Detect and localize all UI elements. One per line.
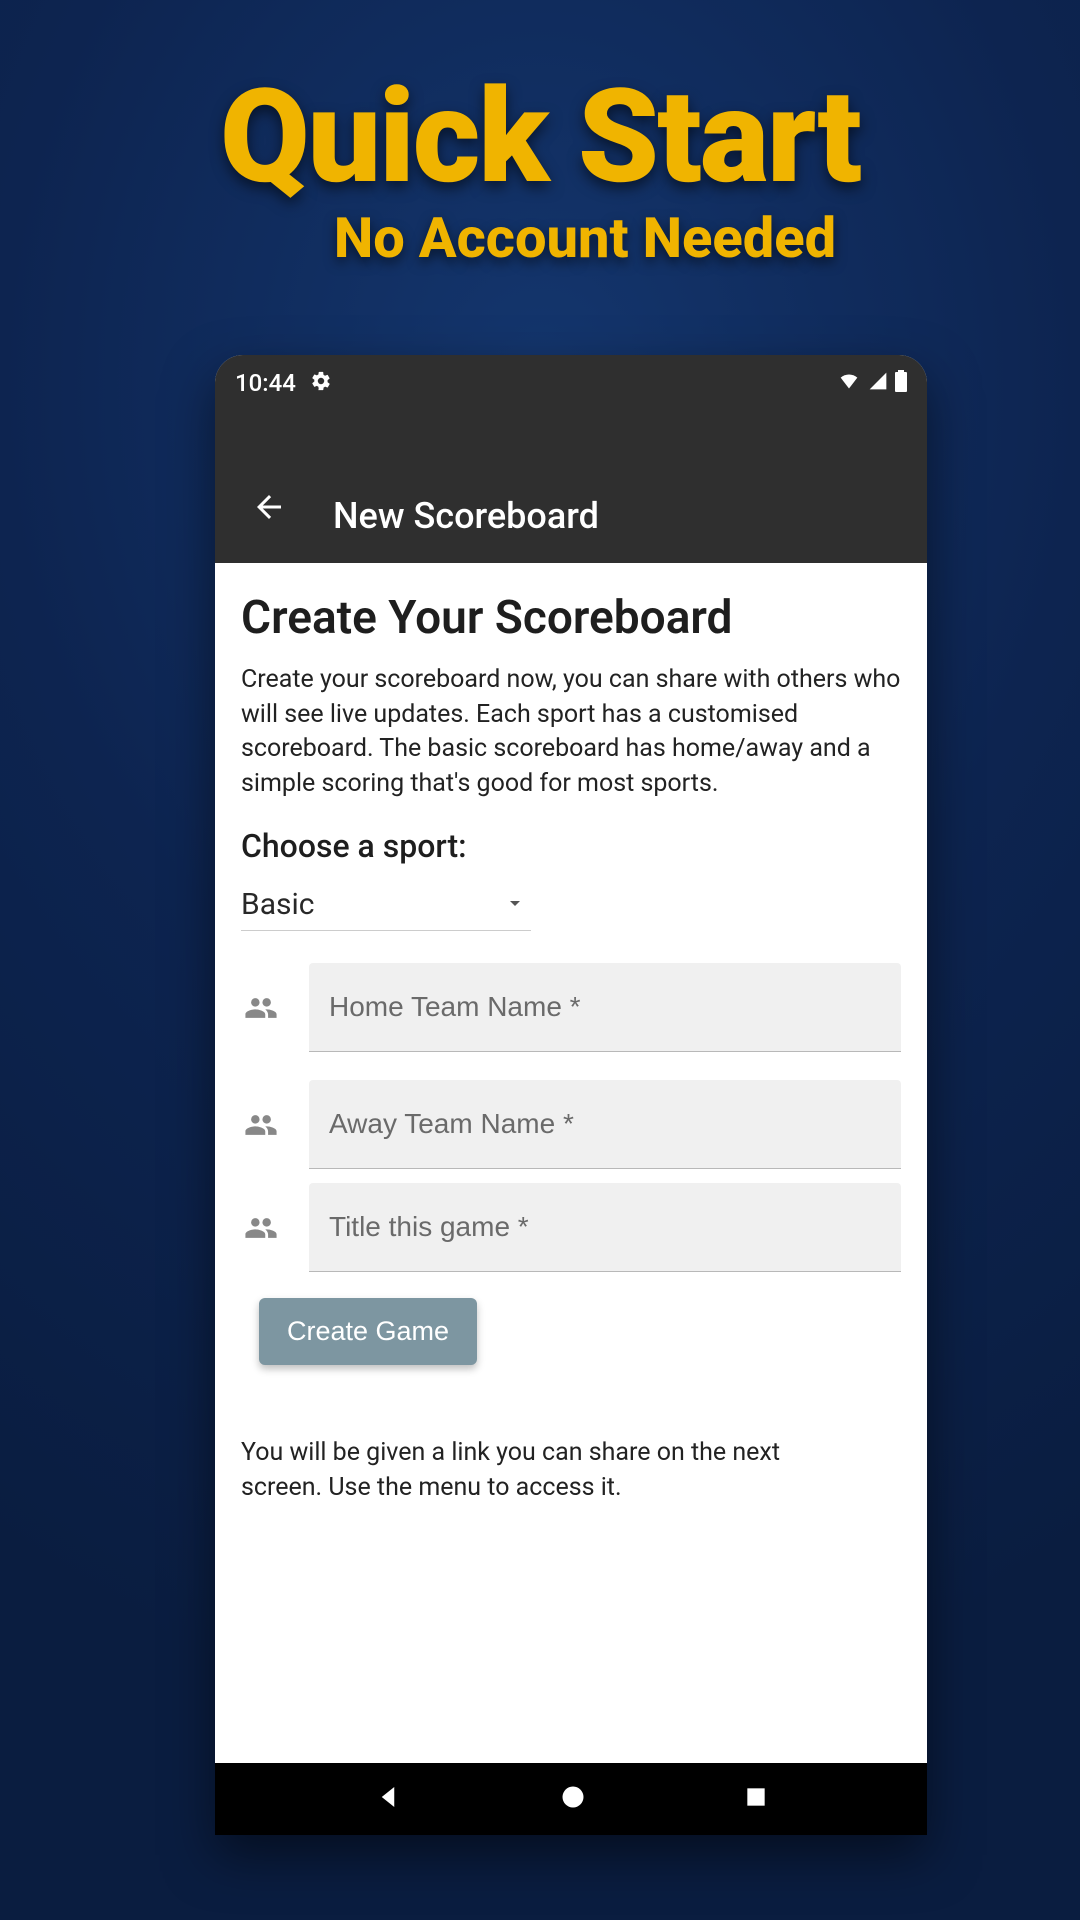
content-area: Create Your Scoreboard Create your score… bbox=[215, 563, 927, 1763]
nav-home-icon[interactable] bbox=[559, 1783, 587, 1815]
battery-icon bbox=[895, 370, 907, 396]
status-bar: 10:44 bbox=[215, 355, 927, 411]
sport-section-label: Choose a sport: bbox=[241, 827, 901, 865]
sport-select-value: Basic bbox=[241, 887, 315, 922]
people-icon bbox=[241, 991, 281, 1025]
back-button[interactable] bbox=[245, 483, 293, 535]
status-time: 10:44 bbox=[235, 369, 296, 397]
people-icon bbox=[241, 1108, 281, 1142]
nav-recent-icon[interactable] bbox=[743, 1784, 769, 1814]
chevron-down-icon bbox=[503, 891, 527, 919]
hero-title: Quick Start bbox=[220, 60, 860, 213]
game-title-row bbox=[241, 1183, 901, 1272]
away-team-input[interactable] bbox=[309, 1080, 901, 1169]
game-title-input[interactable] bbox=[309, 1183, 901, 1272]
wifi-icon bbox=[837, 371, 861, 395]
people-icon bbox=[241, 1211, 281, 1245]
page-heading: Create Your Scoreboard bbox=[241, 591, 901, 645]
footer-note: You will be given a link you can share o… bbox=[241, 1435, 901, 1505]
home-team-input[interactable] bbox=[309, 963, 901, 1052]
page-description: Create your scoreboard now, you can shar… bbox=[241, 663, 901, 801]
gear-icon bbox=[310, 370, 332, 396]
android-nav-bar bbox=[215, 1763, 927, 1835]
sport-select[interactable]: Basic bbox=[241, 881, 531, 931]
hero-subtitle: No Account Needed bbox=[334, 205, 836, 271]
create-game-button[interactable]: Create Game bbox=[259, 1298, 477, 1365]
nav-back-icon[interactable] bbox=[373, 1782, 403, 1816]
appbar-title: New Scoreboard bbox=[333, 495, 599, 537]
phone-frame: 10:44 New Scoreboard Create Your Scorebo… bbox=[215, 355, 927, 1835]
home-team-row bbox=[241, 963, 901, 1052]
status-left: 10:44 bbox=[235, 369, 332, 397]
signal-icon bbox=[867, 371, 889, 395]
app-bar: New Scoreboard bbox=[215, 411, 927, 563]
status-right bbox=[837, 370, 907, 396]
away-team-row bbox=[241, 1080, 901, 1169]
